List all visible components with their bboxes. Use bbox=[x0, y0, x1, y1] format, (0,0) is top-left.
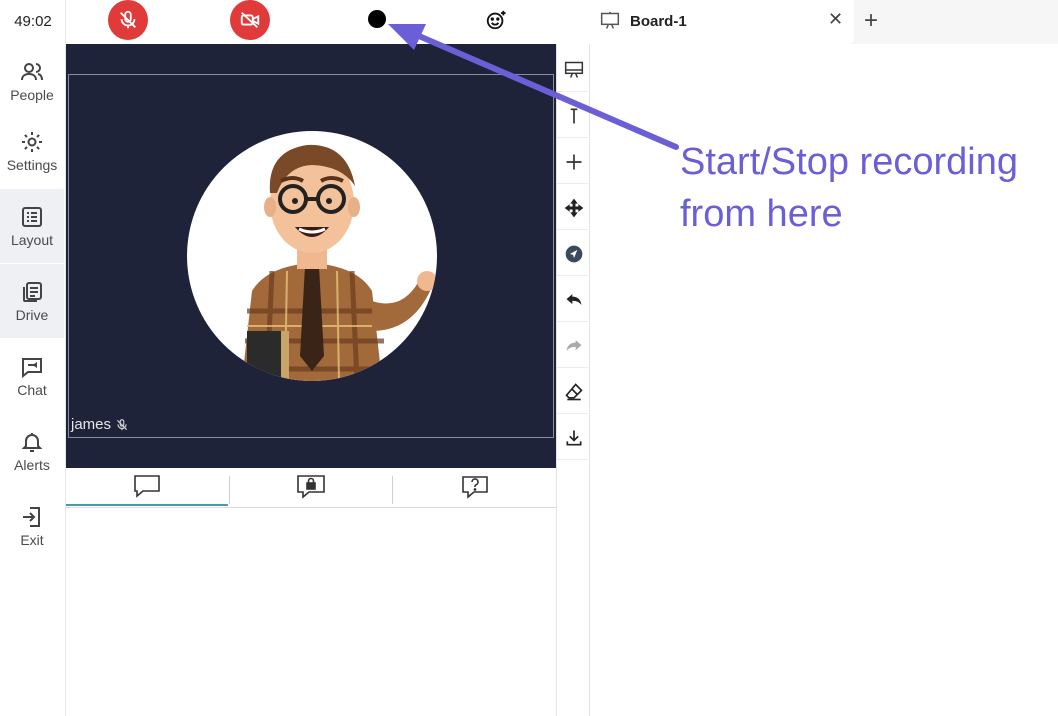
chat-bubble-icon bbox=[134, 475, 160, 498]
layout-icon bbox=[22, 206, 42, 227]
add-board-button[interactable]: + bbox=[864, 7, 878, 35]
participant-name: james bbox=[71, 416, 112, 433]
people-icon bbox=[21, 62, 43, 80]
video-area: james bbox=[66, 44, 556, 468]
close-icon[interactable]: ✕ bbox=[828, 9, 843, 30]
add-tool-button[interactable] bbox=[557, 140, 590, 184]
sidebar-item-alerts[interactable]: Alerts bbox=[0, 414, 64, 488]
tab-questions[interactable] bbox=[393, 468, 556, 506]
question-icon bbox=[461, 476, 488, 499]
move-tool-button[interactable] bbox=[557, 186, 590, 230]
sidebar-item-settings[interactable]: Settings bbox=[0, 114, 64, 188]
presentation-tool-button[interactable] bbox=[557, 48, 590, 92]
undo-icon bbox=[566, 293, 581, 305]
annotation-text: Start/Stop recording from here bbox=[680, 136, 1050, 240]
eraser-icon bbox=[564, 382, 583, 400]
chat-tabs bbox=[66, 468, 556, 508]
plus-icon bbox=[566, 154, 581, 169]
participant-avatar bbox=[187, 131, 437, 381]
reaction-button[interactable] bbox=[476, 0, 516, 40]
sidebar-item-label: People bbox=[10, 86, 54, 103]
text-icon bbox=[570, 108, 577, 123]
mic-toggle-button[interactable] bbox=[108, 0, 148, 40]
meeting-controls-bar bbox=[66, 0, 556, 44]
sidebar-item-label: Exit bbox=[20, 531, 44, 548]
private-chat-icon bbox=[297, 475, 325, 499]
exit-icon bbox=[23, 506, 40, 527]
meeting-timer: 49:02 bbox=[14, 12, 52, 30]
text-tool-button[interactable] bbox=[557, 94, 590, 138]
mic-off-icon bbox=[116, 418, 128, 430]
presentation-icon bbox=[600, 11, 620, 29]
sidebar-item-label: Alerts bbox=[14, 456, 50, 473]
sidebar-item-label: Layout bbox=[10, 231, 54, 248]
move-icon bbox=[564, 198, 583, 217]
presentation-icon bbox=[564, 61, 583, 78]
cartoon-teacher-illustration bbox=[242, 144, 437, 381]
download-button[interactable] bbox=[557, 416, 590, 460]
download-icon bbox=[566, 430, 581, 445]
sidebar-item-label: Chat bbox=[17, 381, 47, 398]
participant-tile[interactable]: james bbox=[68, 74, 554, 438]
sidebar-item-drive[interactable]: Drive bbox=[0, 264, 64, 338]
bell-icon bbox=[21, 432, 43, 452]
mic-off-icon bbox=[120, 10, 136, 29]
drive-icon bbox=[23, 281, 42, 302]
participant-name-label: james bbox=[71, 416, 129, 433]
left-sidebar: 49:02 People Settings Layout Drive Chat … bbox=[0, 0, 66, 716]
chat-icon bbox=[22, 357, 42, 378]
camera-toggle-button[interactable] bbox=[230, 0, 270, 40]
record-button[interactable] bbox=[368, 10, 386, 28]
board-tab-bar: Board-1 ✕ + bbox=[582, 0, 1058, 44]
sidebar-item-layout[interactable]: Layout bbox=[0, 189, 64, 263]
navigate-icon bbox=[565, 245, 582, 262]
tab-board-1[interactable]: Board-1 ✕ bbox=[582, 0, 854, 44]
eraser-tool-button[interactable] bbox=[557, 370, 590, 414]
navigate-tool-button[interactable] bbox=[557, 232, 590, 276]
tab-private-chat[interactable] bbox=[230, 468, 392, 506]
redo-icon bbox=[566, 339, 581, 351]
emoji-add-icon bbox=[486, 10, 506, 30]
redo-button[interactable] bbox=[557, 324, 590, 368]
sidebar-item-label: Drive bbox=[15, 306, 49, 323]
tab-public-chat[interactable] bbox=[66, 468, 228, 506]
sidebar-item-people[interactable]: People bbox=[0, 44, 64, 118]
sidebar-item-exit[interactable]: Exit bbox=[0, 489, 64, 563]
sidebar-item-label: Settings bbox=[6, 156, 58, 173]
board-tab-title: Board-1 bbox=[630, 13, 687, 30]
gear-icon bbox=[22, 131, 42, 152]
camera-off-icon bbox=[240, 11, 260, 29]
undo-button[interactable] bbox=[557, 278, 590, 322]
sidebar-item-chat[interactable]: Chat bbox=[0, 339, 64, 413]
annotation-line-1: Start/Stop recording bbox=[680, 141, 1018, 183]
whiteboard-toolbar bbox=[556, 44, 590, 716]
annotation-line-2: from here bbox=[680, 193, 843, 235]
